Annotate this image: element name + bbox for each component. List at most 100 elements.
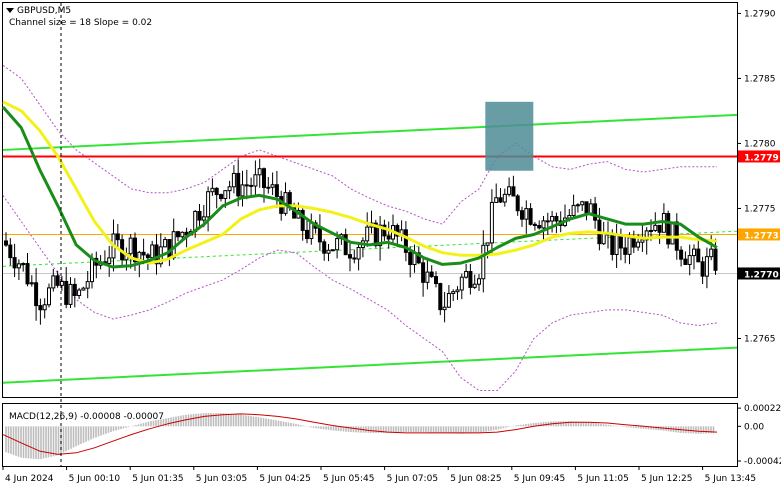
candle-body (34, 282, 39, 307)
candle-body (550, 215, 555, 222)
candle-body (219, 194, 223, 200)
candle-body (64, 280, 69, 305)
time-tick-label: 5 Jun 01:35 (132, 474, 183, 484)
price-tick-label: 1.2785 (744, 74, 776, 84)
candle-body (68, 283, 73, 305)
candle-body (77, 289, 82, 297)
candle-body (330, 249, 335, 252)
candle-body (47, 287, 51, 306)
candle-body (451, 291, 456, 294)
candle-body (25, 262, 30, 285)
candle-body (610, 233, 615, 255)
candle-body (515, 195, 520, 212)
macd-label: MACD(12,26,9) -0.00008 -0.00007 (9, 412, 164, 422)
candle-body (537, 224, 542, 229)
candle-body (141, 251, 146, 256)
candle-body (459, 276, 464, 291)
candle-body (636, 241, 641, 248)
candle-body (520, 210, 524, 220)
price-marker-label: 1.2779 (744, 153, 779, 163)
candle-body (72, 283, 77, 297)
time-tick-label: 5 Jun 08:25 (450, 474, 501, 484)
candle-body (176, 231, 180, 238)
candle-body (485, 242, 490, 246)
price-tick-label: 1.2765 (744, 334, 776, 344)
candle-body (713, 248, 718, 271)
price-marker-label: 1.2770 (744, 270, 779, 280)
candle-body (81, 287, 86, 291)
candle-body (498, 197, 503, 203)
candle-body (128, 237, 133, 255)
candle-body (326, 249, 331, 254)
candle-body (696, 248, 701, 263)
candle-body (305, 229, 309, 240)
candle-body (580, 201, 585, 206)
candle-body (352, 257, 357, 260)
candle-body (532, 223, 537, 226)
candle-body (274, 184, 279, 198)
candle-body (489, 201, 494, 244)
candle-body (51, 275, 56, 289)
candle-body (593, 203, 598, 221)
candle-body (317, 227, 322, 243)
candle-body (627, 237, 632, 255)
candle-body (446, 292, 451, 308)
candle-body (115, 233, 120, 241)
candle-body (42, 304, 47, 311)
price-tick-label: 1.2790 (744, 9, 776, 19)
symbol-label: GBPUSD,M5 (17, 6, 71, 16)
candle-body (649, 229, 653, 232)
candle-body (12, 257, 17, 269)
candle-body (163, 239, 168, 248)
candle-body (16, 263, 21, 269)
time-tick-label: 5 Jun 07:05 (387, 474, 438, 484)
candle-body (249, 184, 254, 187)
candle-body (322, 241, 327, 254)
candle-body (657, 224, 662, 233)
candle-body (29, 282, 34, 285)
candle-body (477, 278, 481, 285)
candle-body (623, 247, 628, 255)
candle-body (257, 168, 262, 176)
candle-body (631, 237, 636, 248)
candle-body (468, 271, 473, 288)
candle-body (145, 254, 150, 259)
candle-body (502, 193, 507, 203)
candle-body (408, 251, 413, 266)
candle-body (266, 186, 271, 189)
candle-body (262, 168, 266, 188)
candle-body (90, 257, 94, 283)
candle-body (240, 184, 245, 197)
candle-body (442, 306, 447, 311)
time-tick-label: 5 Jun 11:05 (577, 474, 628, 484)
candle-body (8, 244, 13, 259)
candle-body (670, 221, 675, 245)
time-tick-label: 5 Jun 12:25 (641, 474, 692, 484)
candle-body (438, 283, 443, 311)
candle-body (171, 231, 176, 259)
candle-body (85, 281, 90, 289)
candle-body (541, 220, 546, 229)
time-tick-label: 5 Jun 05:45 (323, 474, 374, 484)
candle-body (253, 174, 258, 187)
candle-body (584, 201, 589, 214)
candle-body (227, 186, 232, 192)
time-tick-label: 5 Jun 13:45 (705, 474, 756, 484)
candle-body (214, 187, 219, 196)
candle-body (348, 254, 352, 259)
price-marker-label: 1.2773 (744, 231, 779, 241)
candle-body (464, 271, 469, 278)
candle-body (700, 261, 705, 277)
candle-body (472, 283, 477, 288)
candle-body (59, 280, 64, 286)
candle-body (588, 203, 593, 214)
candle-body (683, 258, 688, 265)
candle-body (231, 172, 236, 188)
candle-body (571, 204, 576, 216)
candle-body (180, 231, 185, 238)
candle-body (356, 246, 361, 260)
candle-body (545, 220, 550, 223)
candle-body (692, 248, 696, 257)
trading-chart[interactable]: 1.2779 1.2773 1.2770 1.2790 1.2785 1.2780 1.2… (0, 0, 781, 489)
candle-body (528, 208, 533, 225)
